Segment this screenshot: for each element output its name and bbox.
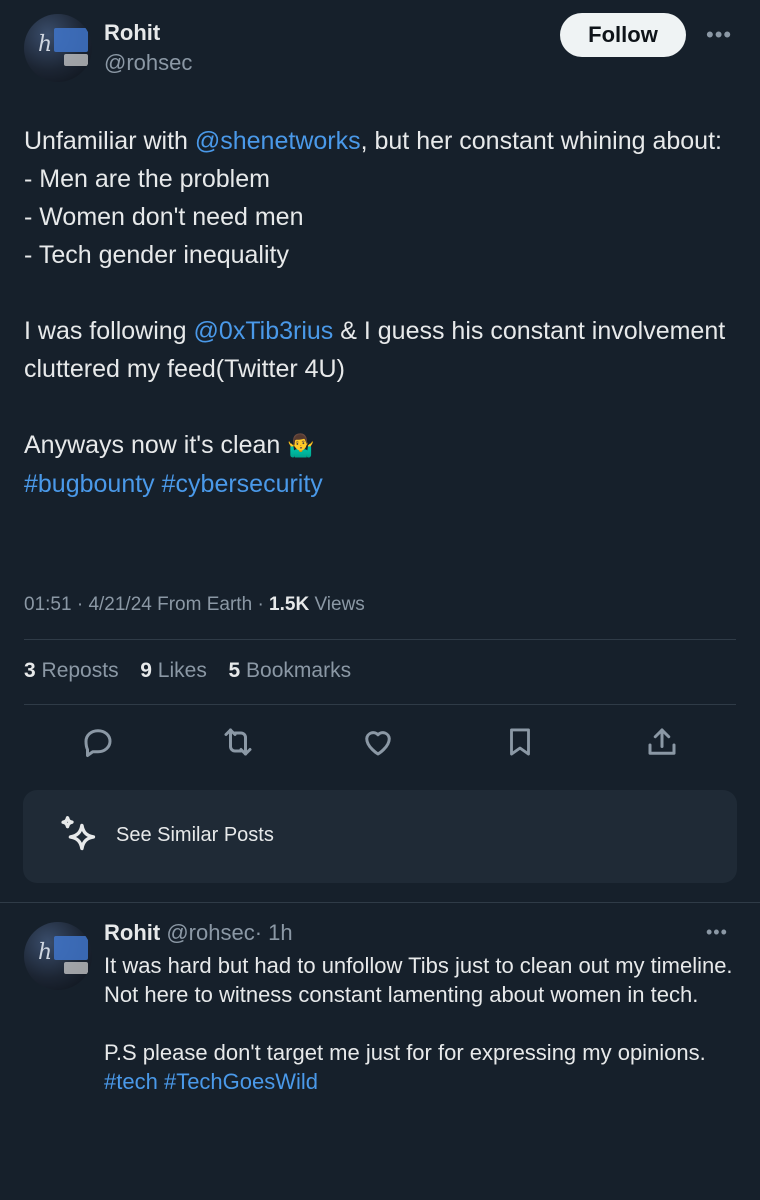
- reposts-label: Reposts: [41, 659, 119, 682]
- reply-time: · 1h: [254, 920, 293, 945]
- bookmark-icon[interactable]: [498, 720, 542, 764]
- divider: [0, 902, 760, 903]
- bookmarks-label: Bookmarks: [246, 659, 352, 682]
- post-time[interactable]: 01:51: [24, 594, 72, 615]
- reposts-stat[interactable]: 3 Reposts: [24, 659, 119, 682]
- hashtag-link[interactable]: #bugbounty: [24, 470, 155, 498]
- author-avatar[interactable]: h: [24, 14, 92, 82]
- hashtag-link[interactable]: #TechGoesWild: [164, 1069, 318, 1094]
- separator: ·: [257, 594, 264, 615]
- author-handle[interactable]: @rohsec: [104, 50, 192, 76]
- reply-body: It was hard but had to unfollow Tibs jus…: [104, 953, 733, 1065]
- bookmarks-stat[interactable]: 5 Bookmarks: [229, 659, 352, 682]
- share-icon[interactable]: [640, 720, 684, 764]
- hashtag-link[interactable]: #cybersecurity: [162, 470, 323, 498]
- post-text-part: , but her constant whining about: - Men …: [24, 127, 722, 345]
- hashtag-link[interactable]: #tech: [104, 1069, 158, 1094]
- divider: [24, 639, 736, 640]
- separator: ·: [76, 594, 84, 615]
- views-count: 1.5K: [269, 594, 310, 615]
- reply-author-name[interactable]: Rohit: [104, 920, 160, 945]
- divider: [24, 704, 736, 705]
- sparkle-icon: [57, 813, 103, 864]
- post-text-part: Unfamiliar with: [24, 127, 195, 155]
- reply-author-handle[interactable]: @rohsec: [166, 920, 254, 945]
- reply-header: Rohit @rohsec· 1h: [104, 920, 293, 946]
- post-meta: 01:51 · 4/21/24 From Earth · 1.5K Views: [24, 594, 365, 616]
- shrug-emoji: 🤷‍♂️: [287, 433, 315, 458]
- see-similar-posts-button[interactable]: See Similar Posts: [23, 790, 737, 883]
- views-label: Views: [314, 594, 365, 615]
- reply-text: It was hard but had to unfollow Tibs jus…: [104, 951, 734, 1096]
- repost-icon[interactable]: [216, 720, 260, 764]
- author-name[interactable]: Rohit: [104, 20, 160, 46]
- likes-count: 9: [140, 659, 152, 682]
- reposts-count: 3: [24, 659, 36, 682]
- reply-more-options-icon[interactable]: •••: [706, 922, 728, 943]
- bookmarks-count: 5: [228, 659, 241, 682]
- post-stats: 3 Reposts 9 Likes 5 Bookmarks: [24, 659, 351, 683]
- see-similar-label: See Similar Posts: [116, 824, 274, 846]
- mention-link[interactable]: @0xTib3rius: [194, 317, 334, 345]
- reply-author-avatar[interactable]: h: [24, 922, 92, 990]
- likes-label: Likes: [157, 659, 207, 682]
- likes-stat[interactable]: 9 Likes: [140, 659, 207, 682]
- mention-link[interactable]: @shenetworks: [195, 127, 361, 155]
- like-icon[interactable]: [356, 720, 400, 764]
- post-date[interactable]: 4/21/24: [88, 594, 151, 615]
- reply-icon[interactable]: [76, 720, 120, 764]
- post-text: Unfamiliar with @shenetworks, but her co…: [24, 122, 736, 503]
- follow-button[interactable]: Follow: [560, 13, 686, 57]
- more-options-icon[interactable]: •••: [706, 22, 732, 48]
- post-location: From Earth: [157, 594, 253, 615]
